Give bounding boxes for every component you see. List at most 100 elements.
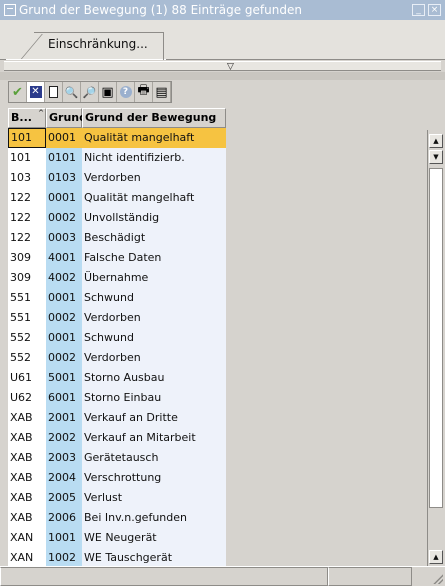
cell-grund-der-bewegung[interactable]: Beschädigt: [82, 228, 226, 248]
cell-b[interactable]: U62: [8, 388, 46, 408]
cell-grund[interactable]: 2001: [46, 408, 82, 428]
cell-grund-der-bewegung[interactable]: Gerätetausch: [82, 448, 226, 468]
column-header-grund[interactable]: Grund: [46, 108, 87, 128]
cell-grund-der-bewegung[interactable]: Schwund: [82, 328, 226, 348]
cell-grund[interactable]: 4001: [46, 248, 82, 268]
cell-grund[interactable]: 0103: [46, 168, 82, 188]
cell-grund[interactable]: 0001: [46, 188, 82, 208]
table-row[interactable]: 101 0101 Nicht identifizierb.: [8, 148, 423, 168]
cell-grund-der-bewegung[interactable]: Verdorben: [82, 348, 226, 368]
table-row[interactable]: 103 0103 Verdorben: [8, 168, 423, 188]
table-row[interactable]: XAN 1001 WE Neugerät: [8, 528, 423, 548]
cell-b[interactable]: XAB: [8, 468, 46, 488]
close-icon[interactable]: ×: [428, 4, 441, 16]
cell-grund-der-bewegung[interactable]: Übernahme: [82, 268, 226, 288]
cell-b[interactable]: XAB: [8, 408, 46, 428]
splitter-bar[interactable]: ▽: [4, 61, 441, 72]
table-row[interactable]: 122 0003 Beschädigt: [8, 228, 423, 248]
export-icon[interactable]: ▤: [153, 82, 171, 102]
cell-grund[interactable]: 0001: [46, 128, 82, 148]
cell-grund[interactable]: 4002: [46, 268, 82, 288]
cell-grund-der-bewegung[interactable]: Verdorben: [82, 308, 226, 328]
cell-b[interactable]: XAB: [8, 488, 46, 508]
cell-b[interactable]: 122: [8, 188, 46, 208]
cell-grund[interactable]: 0101: [46, 148, 82, 168]
cell-b[interactable]: 552: [8, 348, 46, 368]
cell-b[interactable]: 122: [8, 228, 46, 248]
cell-b[interactable]: XAN: [8, 548, 46, 568]
cell-grund[interactable]: 5001: [46, 368, 82, 388]
cell-grund[interactable]: 2002: [46, 428, 82, 448]
table-row[interactable]: 101 0001 Qualität mangelhaft: [8, 128, 423, 148]
find-next-icon[interactable]: 🔎: [81, 82, 99, 102]
table-row[interactable]: 309 4001 Falsche Daten: [8, 248, 423, 268]
scroll-down-icon[interactable]: ▼: [429, 150, 443, 164]
cell-grund-der-bewegung[interactable]: Verlust: [82, 488, 226, 508]
cell-b[interactable]: 101: [8, 148, 46, 168]
table-row[interactable]: 122 0002 Unvollständig: [8, 208, 423, 228]
table-row[interactable]: U61 5001 Storno Ausbau: [8, 368, 423, 388]
cell-grund-der-bewegung[interactable]: Storno Ausbau: [82, 368, 226, 388]
cell-grund[interactable]: 0003: [46, 228, 82, 248]
cell-grund[interactable]: 2004: [46, 468, 82, 488]
table-row[interactable]: 551 0001 Schwund: [8, 288, 423, 308]
cell-b[interactable]: XAB: [8, 448, 46, 468]
chevron-down-icon[interactable]: ▽: [227, 63, 234, 72]
cell-grund[interactable]: 2006: [46, 508, 82, 528]
cell-b[interactable]: 551: [8, 288, 46, 308]
cell-grund-der-bewegung[interactable]: Bei Inv.n.gefunden: [82, 508, 226, 528]
cell-b[interactable]: 103: [8, 168, 46, 188]
print-icon[interactable]: 🖶: [135, 82, 153, 102]
cell-grund-der-bewegung[interactable]: Unvollständig: [82, 208, 226, 228]
table-row[interactable]: XAB 2004 Verschrottung: [8, 468, 423, 488]
table-row[interactable]: 552 0002 Verdorben: [8, 348, 423, 368]
cell-b[interactable]: XAB: [8, 428, 46, 448]
help-icon[interactable]: ?: [117, 82, 135, 102]
table-row[interactable]: XAB 2003 Gerätetausch: [8, 448, 423, 468]
cancel-icon[interactable]: ✕: [27, 82, 45, 102]
table-row[interactable]: XAB 2001 Verkauf an Dritte: [8, 408, 423, 428]
cell-grund-der-bewegung[interactable]: Nicht identifizierb.: [82, 148, 226, 168]
select-icon[interactable]: ▣: [99, 82, 117, 102]
cell-grund-der-bewegung[interactable]: Verdorben: [82, 168, 226, 188]
scroll-up-bottom-icon[interactable]: ▲: [429, 550, 443, 564]
cell-grund[interactable]: 1001: [46, 528, 82, 548]
cell-grund-der-bewegung[interactable]: Verkauf an Mitarbeit: [82, 428, 226, 448]
cell-b[interactable]: XAN: [8, 528, 46, 548]
cell-grund[interactable]: 2003: [46, 448, 82, 468]
scroll-up-icon[interactable]: ▲: [429, 134, 443, 148]
scrollbar-thumb[interactable]: [429, 168, 443, 508]
cell-grund-der-bewegung[interactable]: WE Tauschgerät: [82, 548, 226, 568]
resize-grip-icon[interactable]: [431, 572, 443, 584]
cell-b[interactable]: 552: [8, 328, 46, 348]
cell-b[interactable]: 309: [8, 248, 46, 268]
tab-einschraenkung[interactable]: Einschränkung...: [34, 32, 164, 60]
cell-grund[interactable]: 0002: [46, 348, 82, 368]
cell-grund-der-bewegung[interactable]: Qualität mangelhaft: [82, 188, 226, 208]
table-row[interactable]: 309 4002 Übernahme: [8, 268, 423, 288]
cell-grund[interactable]: 2005: [46, 488, 82, 508]
cell-grund-der-bewegung[interactable]: Verkauf an Dritte: [82, 408, 226, 428]
table-row[interactable]: 122 0001 Qualität mangelhaft: [8, 188, 423, 208]
cell-grund[interactable]: 1002: [46, 548, 82, 568]
cell-grund-der-bewegung[interactable]: WE Neugerät: [82, 528, 226, 548]
table-row[interactable]: XAB 2002 Verkauf an Mitarbeit: [8, 428, 423, 448]
cell-b[interactable]: 551: [8, 308, 46, 328]
new-document-icon[interactable]: [45, 82, 63, 102]
vertical-scrollbar[interactable]: ▲ ▼ ▲ ▼: [427, 130, 443, 583]
find-icon[interactable]: 🔍: [63, 82, 81, 102]
table-row[interactable]: XAB 2006 Bei Inv.n.gefunden: [8, 508, 423, 528]
cell-grund[interactable]: 0001: [46, 328, 82, 348]
minimize-icon[interactable]: _: [412, 4, 425, 16]
cell-grund-der-bewegung[interactable]: Schwund: [82, 288, 226, 308]
cell-b[interactable]: 101: [8, 128, 46, 148]
cell-b[interactable]: U61: [8, 368, 46, 388]
cell-b[interactable]: XAB: [8, 508, 46, 528]
check-icon[interactable]: ✔: [9, 82, 27, 102]
cell-b[interactable]: 309: [8, 268, 46, 288]
table-row[interactable]: 552 0001 Schwund: [8, 328, 423, 348]
cell-grund-der-bewegung[interactable]: Verschrottung: [82, 468, 226, 488]
table-row[interactable]: 551 0002 Verdorben: [8, 308, 423, 328]
cell-grund-der-bewegung[interactable]: Storno Einbau: [82, 388, 226, 408]
table-row[interactable]: XAN 1002 WE Tauschgerät: [8, 548, 423, 568]
